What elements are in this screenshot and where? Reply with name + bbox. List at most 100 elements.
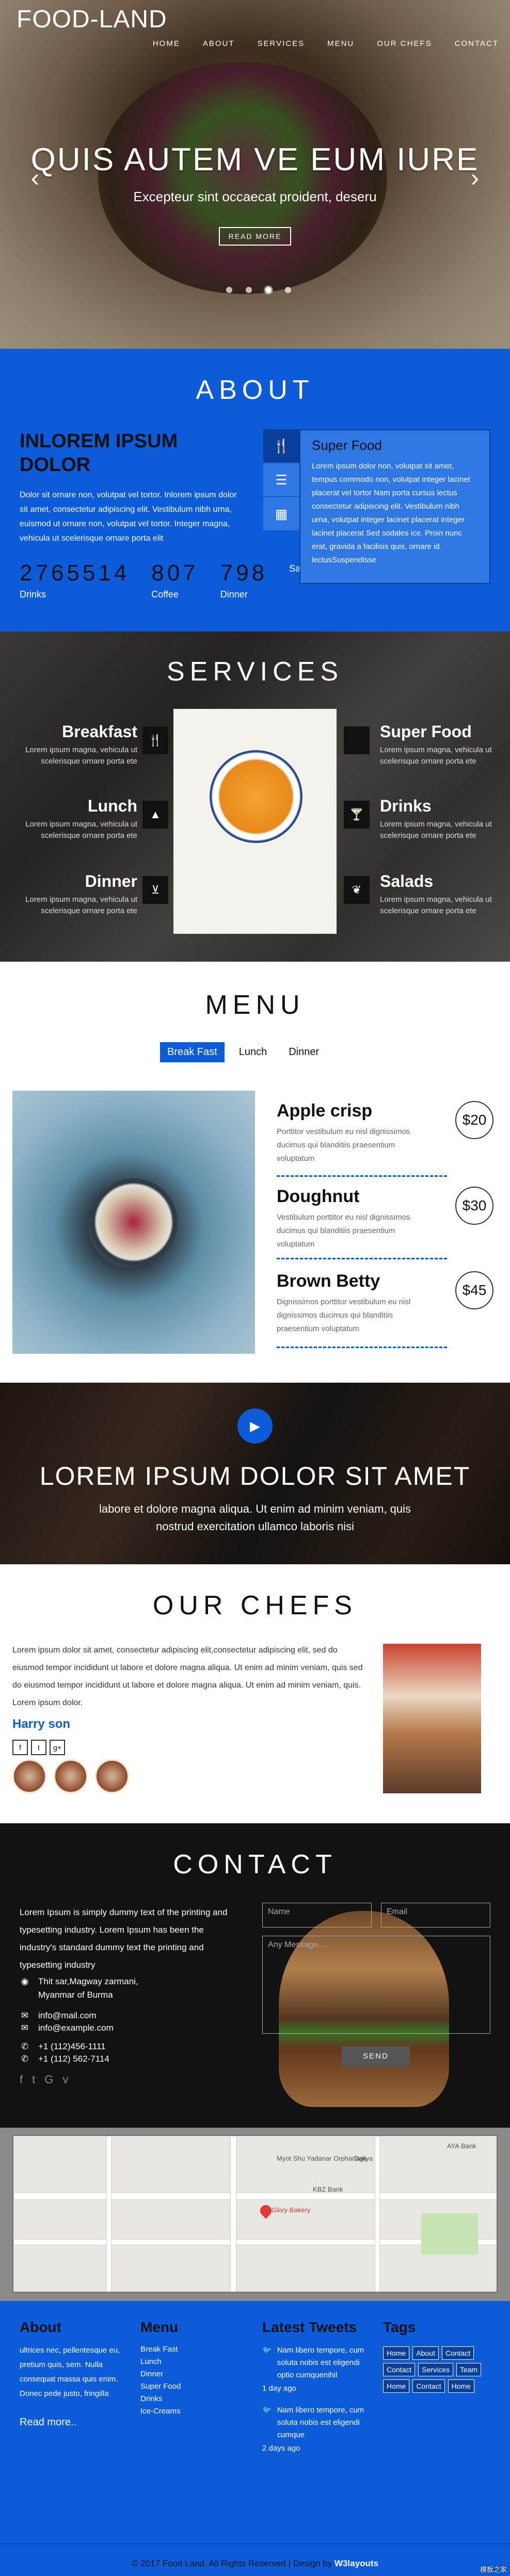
tag[interactable]: Home	[383, 2346, 410, 2360]
tag[interactable]: Contact	[441, 2346, 474, 2360]
service-drinks: 🍸 Drinks Lorem ipsum magna, vehicula ut s…	[344, 797, 500, 841]
price-badge: $30	[455, 1187, 493, 1225]
tag[interactable]: Home	[383, 2379, 410, 2393]
footer-menu-link[interactable]: Lunch	[140, 2356, 233, 2368]
chef-social: f t g+	[12, 1740, 65, 1755]
tab-dinner[interactable]: Dinner	[281, 1042, 326, 1062]
vimeo-icon[interactable]: v	[62, 2073, 68, 2086]
slider-dot[interactable]	[226, 287, 232, 293]
nav-services[interactable]: SERVICES	[258, 39, 305, 48]
map-embed[interactable]: Myot Shu Yadanar Orphanage Glory Bakery …	[12, 2135, 498, 2293]
stats-row: 2765514Drinks 807Coffee 798Dinner Salads	[20, 560, 317, 600]
services-title: SERVICES	[166, 657, 344, 687]
menu-tabs: Break Fast Lunch Dinner	[160, 1042, 326, 1062]
contact-title: CONTACT	[173, 1850, 337, 1880]
facebook-icon[interactable]: f	[12, 1740, 28, 1755]
name-input[interactable]: Name	[262, 1903, 372, 1927]
chef-photo	[383, 1644, 481, 1793]
tag[interactable]: About	[412, 2346, 439, 2360]
service-salads: ❦ Salads Lorem ipsum magna, vehicula ut s…	[344, 872, 500, 917]
footer-menu-link[interactable]: Super Food	[140, 2380, 233, 2393]
soup-image	[173, 709, 337, 934]
panel-title: Super Food	[312, 438, 382, 453]
restaurant-icon[interactable]: 🍴	[263, 429, 299, 463]
map-section: Myot Shu Yadanar Orphanage Glory Bakery …	[0, 2128, 510, 2301]
phone-line: ✆ +1 (112)456-1111	[20, 2040, 106, 2053]
tag[interactable]: Contact	[412, 2379, 445, 2393]
chef-name: Harry son	[12, 1717, 71, 1731]
about-title: ABOUT	[196, 375, 314, 405]
read-more-link[interactable]: Read more..	[20, 2417, 128, 2428]
about-tab-panel: Super Food Lorem ipsum dolor non, volutp…	[299, 429, 490, 584]
video-section: ▶ LOREM IPSUM DOLOR SIT AMET labore et d…	[0, 1383, 510, 1564]
slider-dot[interactable]	[246, 287, 252, 293]
message-textarea[interactable]: Any Message....	[262, 1936, 490, 2034]
tag[interactable]: Contact	[383, 2363, 416, 2376]
chefs-text: Lorem ipsum dolor sit amet, consectetur …	[12, 1646, 363, 1707]
cutlery-icon: 🍴	[142, 726, 168, 754]
mail-icon: ✉	[21, 2023, 29, 2033]
nav-our-chefs[interactable]: OUR CHEFS	[377, 39, 432, 48]
read-more-button[interactable]: READ MORE	[219, 227, 291, 246]
menu-section: MENU Break Fast Lunch Dinner Apple crisp…	[0, 962, 510, 1383]
list-icon[interactable]: ☰	[263, 463, 299, 497]
park-area	[421, 2213, 478, 2255]
avatar[interactable]	[12, 1759, 46, 1793]
play-icon[interactable]: ▶	[237, 1408, 273, 1444]
slider-dot[interactable]	[285, 287, 291, 293]
location-icon: ◉	[21, 1976, 29, 1986]
menu-item: Apple crisp Porttitor vestibulum eu nisl…	[277, 1101, 493, 1177]
service-dinner: Dinner Lorem ipsum magna, vehicula ut sce…	[10, 872, 168, 917]
brand-logo[interactable]: FOOD-LAND	[17, 5, 167, 34]
footer-menu-link[interactable]: Ice-Creams	[140, 2405, 233, 2418]
about-text: Dolor sit ornare non, volutpat vel torto…	[20, 491, 237, 543]
service-lunch: Lunch Lorem ipsum magna, vehicula ut scel…	[10, 797, 168, 841]
mail-icon: ✉	[21, 2011, 29, 2020]
service-breakfast: Breakfast Lorem ipsum magna, vehicula ut …	[10, 722, 168, 767]
footer-menu-link[interactable]: Dinner	[140, 2368, 233, 2380]
footer-menu-link[interactable]: Break Fast	[140, 2343, 233, 2356]
tweet: 🐦 Nam libero tempore, cum soluta nobis es…	[262, 2344, 376, 2381]
phone-icon: ✆	[21, 2054, 29, 2064]
nav-contact[interactable]: CONTACT	[455, 39, 499, 48]
tab-lunch[interactable]: Lunch	[232, 1042, 275, 1062]
glass-icon: 🍸	[344, 801, 370, 829]
apple-icon	[344, 726, 370, 754]
avatar[interactable]	[54, 1759, 88, 1793]
tab-breakfast[interactable]: Break Fast	[160, 1042, 225, 1062]
slider-dot-active[interactable]	[265, 287, 272, 293]
price-badge: $45	[455, 1271, 493, 1309]
service-super-food: Super Food Lorem ipsum magna, vehicula ut…	[344, 722, 500, 767]
send-button[interactable]: SEND	[342, 2046, 410, 2067]
leaf-icon: ❦	[344, 876, 370, 904]
divider	[277, 1347, 447, 1348]
twitter-icon[interactable]: t	[31, 1740, 46, 1755]
avatar[interactable]	[95, 1759, 129, 1793]
divider	[277, 1258, 447, 1259]
hero-subtitle: Excepteur sint occaecat proident, deseru	[133, 189, 377, 204]
designer-link[interactable]: W3layouts	[334, 2558, 378, 2568]
tag[interactable]: Home	[448, 2379, 474, 2393]
menu-item: Doughnut Vestibulum porttitor eu nisl di…	[277, 1187, 493, 1259]
tweet: 🐦 Nam libero tempore, cum soluta nobis es…	[262, 2404, 376, 2441]
footer-menu-link[interactable]: Drinks	[140, 2393, 233, 2405]
menu-item-desc: Vestibulum porttitor eu nisl dignissimos…	[277, 1213, 410, 1249]
nav-home[interactable]: HOME	[153, 39, 180, 48]
phone-icon: ✆	[21, 2042, 29, 2051]
phone-line: ✆ +1 (112) 562-7114	[20, 2052, 109, 2066]
contact-section: CONTACT Lorem Ipsum is simply dummy text…	[0, 1823, 510, 2128]
google-plus-icon[interactable]: g+	[50, 1740, 65, 1755]
twitter-icon[interactable]: t	[32, 2073, 35, 2086]
panel-text: Lorem ipsum dolor non, volutpat sit amet…	[312, 462, 470, 564]
contact-text: Lorem Ipsum is simply dummy text of the …	[20, 1907, 228, 1970]
tag[interactable]: Team	[456, 2363, 482, 2376]
hero-title: QUIS AUTEM VE EUM IURE	[30, 142, 480, 177]
nav-menu[interactable]: MENU	[327, 39, 354, 48]
google-plus-icon[interactable]: G	[44, 2073, 53, 2086]
calendar-icon[interactable]: ▦	[263, 497, 299, 531]
fire-icon: ▲	[142, 801, 168, 829]
facebook-icon[interactable]: f	[20, 2073, 23, 2086]
email-input[interactable]: Email	[381, 1903, 490, 1927]
tag[interactable]: Services	[418, 2363, 453, 2376]
nav-about[interactable]: ABOUT	[203, 39, 235, 48]
